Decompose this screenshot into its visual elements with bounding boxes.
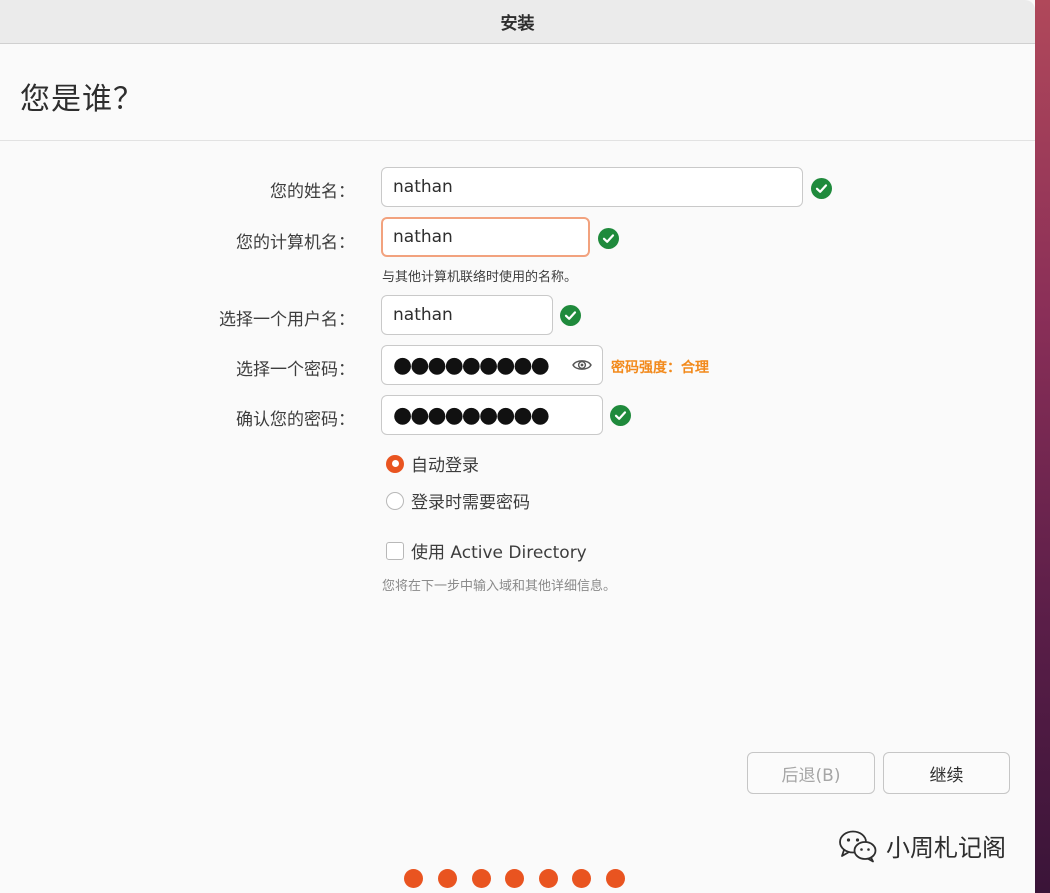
progress-dot xyxy=(438,869,457,888)
password-strength-label: 密码强度：合理 xyxy=(611,360,709,376)
active-directory-checkbox[interactable] xyxy=(386,541,404,560)
name-field-value: nathan xyxy=(393,177,453,197)
page-title: 您是谁？ xyxy=(20,82,144,117)
active-directory-label: 使用 Active Directory xyxy=(411,543,587,563)
confirm-valid-check-icon xyxy=(610,405,631,426)
name-valid-check-icon xyxy=(811,178,832,199)
installer-window: 安装 您是谁？ 您的姓名： nathan 您的计算机名： nathan 与其他计… xyxy=(0,0,1035,893)
progress-dot xyxy=(472,869,491,888)
computer-name-valid-check-icon xyxy=(598,228,619,249)
computer-name-hint: 与其他计算机联络时使用的名称。 xyxy=(382,270,578,285)
active-directory-hint: 您将在下一步中输入域和其他详细信息。 xyxy=(382,579,617,594)
radio-auto-login[interactable]: 自动登录 xyxy=(386,451,479,476)
radio-require-password-label: 登录时需要密码 xyxy=(411,493,530,513)
progress-dot xyxy=(539,869,558,888)
radio-require-password-indicator[interactable] xyxy=(386,491,404,510)
window-titlebar: 安装 xyxy=(0,0,1035,44)
desktop-wallpaper xyxy=(1035,0,1050,893)
computer-name-label: 您的计算机名： xyxy=(236,233,355,253)
radio-auto-login-indicator[interactable] xyxy=(386,454,404,473)
watermark-text: 小周札记阁 xyxy=(886,834,1006,862)
confirm-password-field[interactable]: ●●●●●●●●● xyxy=(381,395,603,435)
password-field[interactable]: ●●●●●●●●● xyxy=(381,345,603,385)
active-directory-checkbox-row[interactable]: 使用 Active Directory xyxy=(386,538,587,563)
username-valid-check-icon xyxy=(560,305,581,326)
computer-name-field-value: nathan xyxy=(393,227,453,247)
computer-name-field[interactable]: nathan xyxy=(381,217,590,257)
progress-dot xyxy=(606,869,625,888)
back-button[interactable]: 后退(B) xyxy=(747,752,875,794)
name-field[interactable]: nathan xyxy=(381,167,803,207)
progress-dot xyxy=(404,869,423,888)
eye-icon[interactable] xyxy=(572,357,592,373)
confirm-password-label: 确认您的密码： xyxy=(236,410,355,430)
progress-dot xyxy=(505,869,524,888)
radio-require-password[interactable]: 登录时需要密码 xyxy=(386,488,530,513)
continue-button[interactable]: 继续 xyxy=(883,752,1010,794)
confirm-password-field-value: ●●●●●●●●● xyxy=(393,402,550,428)
password-field-value: ●●●●●●●●● xyxy=(393,352,550,378)
password-label: 选择一个密码： xyxy=(236,360,355,380)
wechat-icon xyxy=(838,829,878,863)
username-field-value: nathan xyxy=(393,305,453,325)
page-header: 您是谁？ xyxy=(0,44,1035,141)
name-label: 您的姓名： xyxy=(270,182,355,202)
window-title: 安装 xyxy=(500,14,535,34)
watermark: 小周札记阁 xyxy=(838,828,1006,863)
username-field[interactable]: nathan xyxy=(381,295,553,335)
radio-auto-login-label: 自动登录 xyxy=(411,456,479,476)
progress-dot xyxy=(572,869,591,888)
username-label: 选择一个用户名： xyxy=(219,310,355,330)
